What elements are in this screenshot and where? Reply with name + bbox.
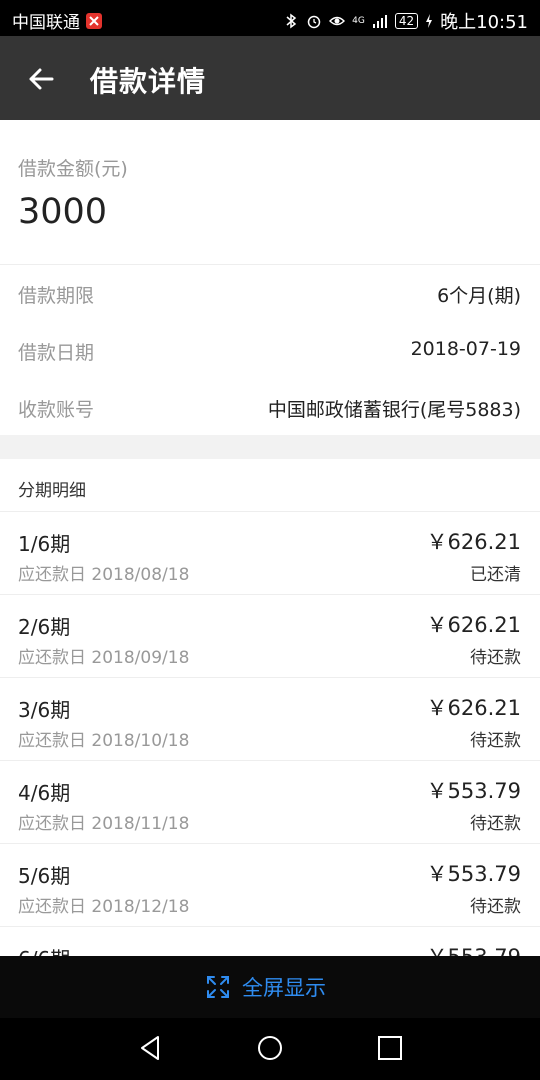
page-title: 借款详情 — [90, 65, 207, 98]
carrier-logo-icon — [86, 12, 102, 29]
installment-status: 待还款 — [470, 648, 521, 668]
installment-item[interactable]: 5/6期 应还款日 2018/12/18 ￥553.79 待还款 — [0, 844, 540, 927]
installment-due-date: 应还款日 2018/11/18 — [18, 814, 190, 834]
status-bar: 中国联通 4G 42 晚上10:51 — [0, 0, 540, 36]
system-nav-bar — [0, 1018, 540, 1080]
loan-amount-value: 3000 — [18, 192, 108, 232]
receiving-account-value: 中国邮政储蓄银行(尾号5883) — [267, 399, 521, 421]
installment-status: 待还款 — [470, 814, 521, 834]
installment-status: 待还款 — [470, 731, 521, 751]
receiving-account-label: 收款账号 — [18, 399, 95, 421]
installment-period: 1/6期 — [18, 532, 71, 556]
installment-amount: ￥626.21 — [426, 613, 521, 637]
installment-due-date: 应还款日 2018/12/18 — [18, 897, 190, 917]
loan-amount-section: 借款金额(元) 3000 — [0, 120, 540, 265]
installment-period: 3/6期 — [18, 698, 71, 722]
installment-amount: ￥626.21 — [426, 696, 521, 720]
fullscreen-label: 全屏显示 — [242, 976, 326, 1000]
installment-status: 待还款 — [470, 897, 521, 917]
installment-amount: ￥553.79 — [426, 779, 521, 803]
installment-status: 已还清 — [470, 565, 521, 585]
fullscreen-button[interactable]: 全屏显示 — [206, 972, 326, 1002]
battery-level: 42 — [394, 13, 419, 29]
signal-icon — [372, 15, 387, 28]
installment-item[interactable]: 3/6期 应还款日 2018/10/18 ￥626.21 待还款 — [0, 678, 540, 761]
alarm-icon — [307, 15, 321, 29]
installment-item[interactable]: 2/6期 应还款日 2018/09/18 ￥626.21 待还款 — [0, 595, 540, 678]
expand-icon — [207, 976, 229, 998]
installment-item[interactable]: 1/6期 应还款日 2018/08/18 ￥626.21 已还清 — [0, 512, 540, 595]
eye-comfort-icon — [329, 16, 346, 26]
installment-period: 5/6期 — [18, 864, 71, 888]
clock: 晚上10:51 — [440, 12, 528, 33]
installment-due-date: 应还款日 2018/10/18 — [18, 731, 190, 751]
installments-title: 分期明细 — [18, 481, 86, 501]
loan-date-value: 2018-07-19 — [410, 338, 521, 360]
fullscreen-bar: 全屏显示 — [0, 956, 540, 1018]
installment-amount: ￥553.79 — [427, 941, 521, 956]
installment-period: 4/6期 — [18, 781, 71, 805]
loan-date-row: 借款日期 2018-07-19 — [0, 322, 540, 379]
back-arrow-icon[interactable] — [26, 64, 56, 94]
installment-amount: ￥553.79 — [426, 862, 521, 886]
nav-back-icon[interactable] — [136, 1033, 166, 1063]
carrier-name: 中国联通 — [12, 13, 80, 33]
network-type: 4G — [352, 15, 365, 26]
section-divider — [0, 435, 540, 459]
installment-period: 2/6期 — [18, 615, 71, 639]
bluetooth-icon — [286, 13, 297, 29]
loan-term-label: 借款期限 — [18, 285, 95, 307]
installment-item[interactable]: 4/6期 应还款日 2018/11/18 ￥553.79 待还款 — [0, 761, 540, 844]
installment-due-date: 应还款日 2018/09/18 — [18, 648, 190, 668]
installments-header: 分期明细 — [0, 459, 540, 512]
loan-date-label: 借款日期 — [18, 342, 95, 364]
nav-home-icon[interactable] — [255, 1033, 285, 1063]
receiving-account-row: 收款账号 中国邮政储蓄银行(尾号5883) — [0, 379, 540, 436]
loan-info-section: 借款期限 6个月(期) 借款日期 2018-07-19 收款账号 中国邮政储蓄银… — [0, 265, 540, 435]
loan-term-row: 借款期限 6个月(期) — [0, 265, 540, 322]
installment-list[interactable]: 1/6期 应还款日 2018/08/18 ￥626.21 已还清 2/6期 应还… — [0, 512, 540, 956]
loan-term-value: 6个月(期) — [437, 285, 521, 307]
installment-item[interactable]: 6/6期 ￥553.79 — [0, 927, 540, 956]
installment-amount: ￥626.21 — [426, 530, 521, 554]
installment-period: 6/6期 — [18, 943, 70, 956]
loan-amount-label: 借款金额(元) — [18, 158, 128, 180]
nav-recents-icon[interactable] — [375, 1033, 405, 1063]
installment-due-date: 应还款日 2018/08/18 — [18, 565, 190, 585]
charging-icon — [426, 14, 433, 28]
app-bar: 借款详情 — [0, 36, 540, 120]
